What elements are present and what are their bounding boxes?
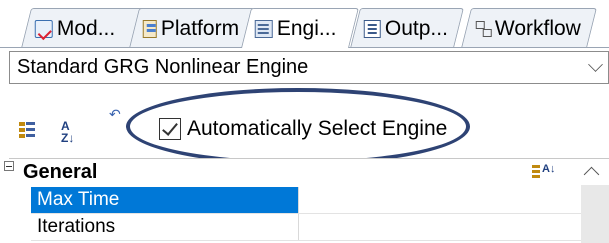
categorized-view-icon[interactable]: [17, 120, 41, 144]
tab-workflow[interactable]: Workflow: [461, 8, 597, 48]
collapse-icon[interactable]: [4, 161, 14, 171]
workflow-icon: [475, 20, 491, 38]
engine-dropdown-value: Standard GRG Nonlinear Engine: [17, 56, 309, 78]
tab-label: Workflow: [494, 17, 581, 40]
model-icon: [34, 19, 53, 38]
tab-model[interactable]: Mod...: [21, 8, 145, 48]
category-label: General: [23, 161, 98, 183]
tab-label: Engi...: [276, 17, 337, 40]
categorized-small-icon: [532, 165, 540, 179]
property-name: Max Time: [31, 187, 299, 213]
engine-dropdown[interactable]: Standard GRG Nonlinear Engine: [9, 51, 609, 84]
tab-engine[interactable]: Engi...: [241, 8, 359, 48]
tab-platform[interactable]: Platform: [129, 8, 255, 48]
property-value[interactable]: [299, 214, 581, 240]
tab-label: Outp...: [384, 17, 448, 40]
platform-icon: [142, 19, 157, 38]
category-sort-icons[interactable]: A↓: [532, 163, 568, 181]
vertical-scrollbar[interactable]: [581, 185, 609, 243]
property-grid: General A↓ Max Time Iterations: [4, 158, 609, 243]
tab-strip: Mod... Platform Engi... Outp... Workflow: [0, 0, 609, 50]
auto-select-engine-checkbox[interactable]: [159, 118, 181, 140]
sort-small-icon: A↓: [542, 163, 556, 175]
sort-alphabetical-icon[interactable]: A Z↓: [61, 120, 85, 144]
auto-select-engine-control[interactable]: Automatically Select Engine: [159, 111, 447, 147]
undo-icon[interactable]: ↶: [109, 106, 133, 130]
tab-label: Mod...: [56, 17, 116, 40]
scroll-up-icon[interactable]: [583, 166, 600, 183]
output-icon: [363, 19, 381, 38]
chevron-down-icon[interactable]: [588, 57, 603, 72]
property-row-max-time[interactable]: Max Time: [31, 187, 581, 214]
category-row-general[interactable]: General A↓: [4, 159, 609, 185]
property-row-iterations[interactable]: Iterations: [31, 214, 581, 241]
property-toolbar: A Z↓ ↶ Automatically Select Engine: [9, 86, 609, 158]
property-value[interactable]: [299, 187, 581, 213]
tab-output[interactable]: Outp...: [350, 8, 464, 48]
auto-select-engine-label[interactable]: Automatically Select Engine: [187, 117, 447, 141]
tab-label: Platform: [160, 17, 239, 40]
property-name: Iterations: [31, 214, 299, 240]
engine-icon: [254, 19, 273, 38]
